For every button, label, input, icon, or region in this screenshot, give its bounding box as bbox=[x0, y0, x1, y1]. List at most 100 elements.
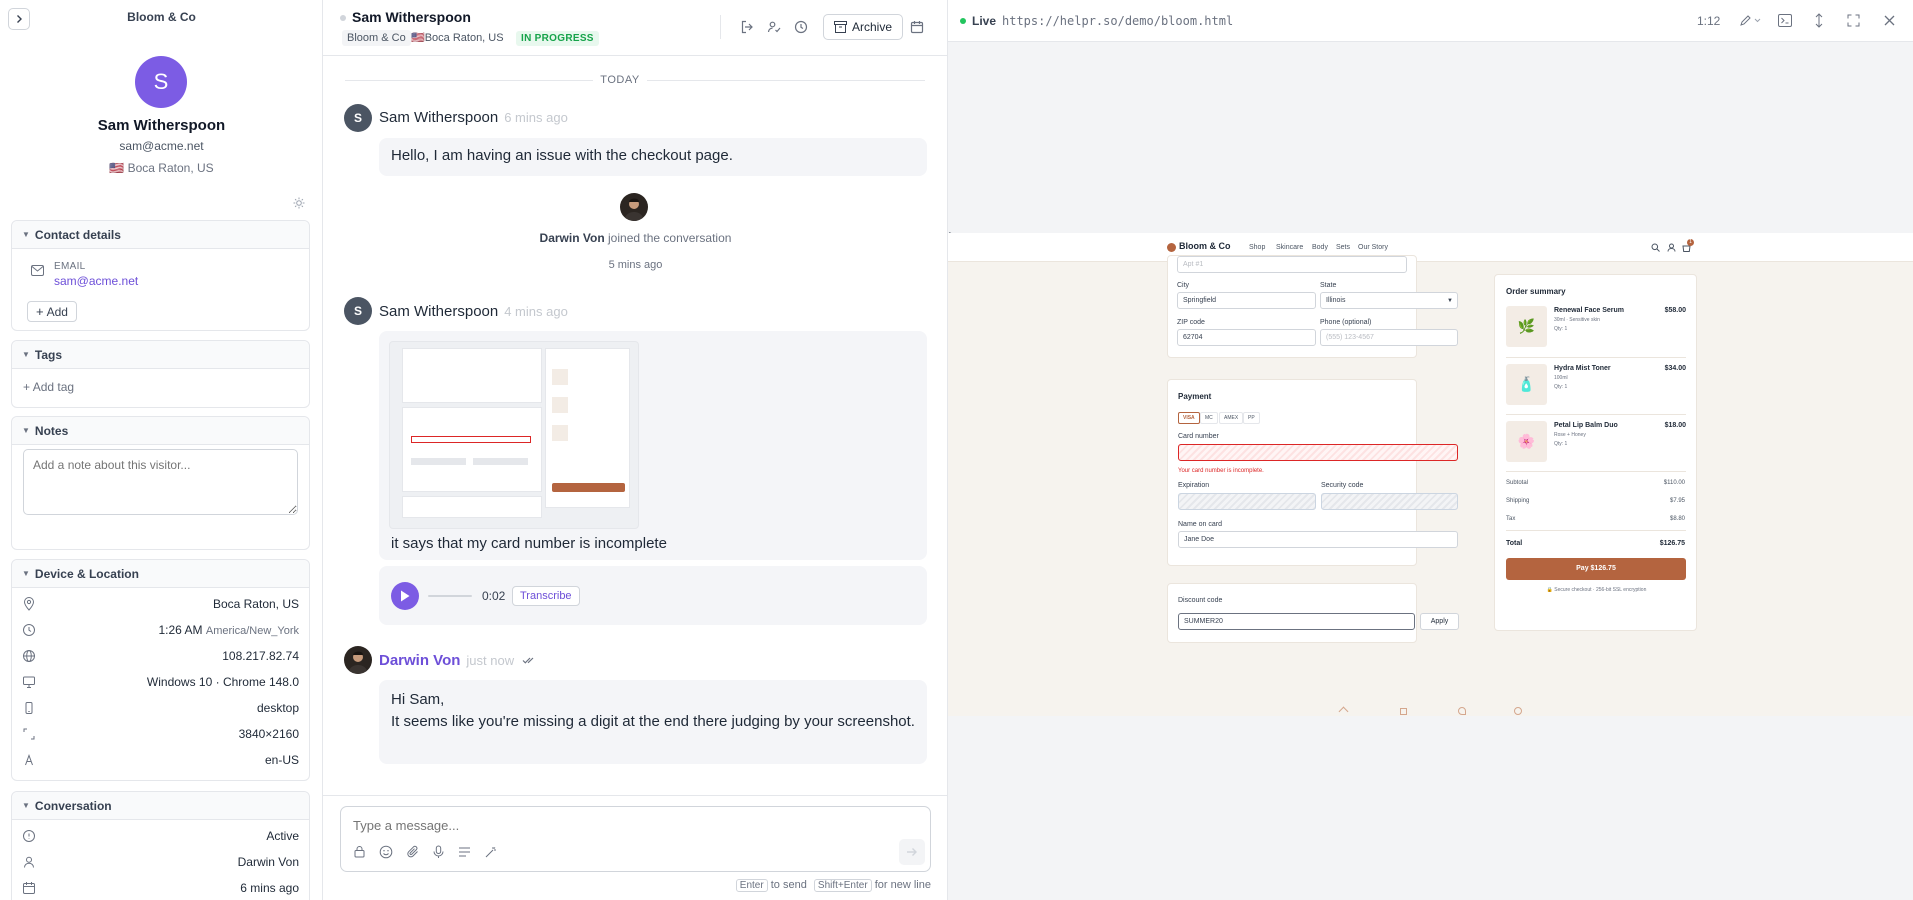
item-qty: Qty: 1 bbox=[1554, 441, 1568, 447]
zip-input[interactable]: 62704 bbox=[1177, 329, 1316, 346]
console-icon[interactable] bbox=[1778, 14, 1792, 27]
phone-input[interactable]: (555) 123-4567 bbox=[1320, 329, 1458, 346]
device-row-resolution: 3840×2160 bbox=[22, 721, 299, 747]
item-price: $34.00 bbox=[1664, 365, 1686, 372]
microphone-icon[interactable] bbox=[432, 845, 445, 859]
play-button[interactable] bbox=[391, 582, 419, 610]
send-icon bbox=[907, 848, 917, 856]
summary-divider bbox=[1506, 471, 1686, 472]
item-desc: 100ml bbox=[1554, 375, 1568, 381]
exit-icon[interactable] bbox=[740, 20, 754, 34]
add-tag-button[interactable]: + Add tag bbox=[23, 380, 74, 394]
email-link[interactable]: sam@acme.net bbox=[54, 274, 138, 288]
shop-nav-skincare[interactable]: Skincare bbox=[1276, 244, 1303, 251]
thumb-item bbox=[552, 369, 568, 385]
card-number-field[interactable] bbox=[1178, 444, 1458, 461]
item-desc: 30ml · Sensitive skin bbox=[1554, 317, 1600, 323]
device-location-header[interactable]: ▼ Device & Location bbox=[12, 560, 309, 588]
apply-button[interactable]: Apply bbox=[1420, 613, 1459, 630]
security-code-label: Security code bbox=[1321, 482, 1364, 489]
secure-note: 🔒 Secure checkout · 256-bit SSL encrypti… bbox=[1495, 587, 1698, 593]
phone-placeholder: (555) 123-4567 bbox=[1326, 334, 1374, 341]
message-text: it says that my card number is incomplet… bbox=[391, 535, 667, 552]
shop-nav-shop[interactable]: Shop bbox=[1249, 244, 1265, 251]
close-icon[interactable] bbox=[1884, 15, 1895, 26]
archive-button[interactable]: Archive bbox=[823, 14, 904, 40]
shop-nav-sets[interactable]: Sets bbox=[1336, 244, 1350, 251]
card-type-amex[interactable]: AMEX bbox=[1219, 412, 1244, 424]
vertical-resize-icon[interactable] bbox=[1814, 13, 1824, 28]
globe-icon bbox=[23, 650, 35, 662]
snooze-clock-icon[interactable] bbox=[794, 20, 808, 34]
shipping-card: Apt #1 City Springfield State Illinois ▼ … bbox=[1167, 255, 1458, 358]
calendar-icon[interactable] bbox=[910, 20, 924, 34]
avatar: S bbox=[344, 104, 372, 132]
send-button[interactable] bbox=[899, 839, 925, 865]
name-on-card-input[interactable]: Jane Doe bbox=[1178, 531, 1458, 548]
shop-nav-body[interactable]: Body bbox=[1312, 244, 1328, 251]
emoji-icon[interactable] bbox=[379, 845, 393, 859]
chevron-down-icon: ▼ bbox=[1447, 297, 1453, 304]
message-input[interactable] bbox=[353, 815, 873, 835]
magic-wand-icon[interactable] bbox=[484, 845, 498, 859]
shipping-value: $7.95 bbox=[1669, 498, 1685, 504]
canned-text-icon[interactable] bbox=[458, 846, 471, 858]
notes-header[interactable]: ▼ Notes bbox=[12, 417, 309, 445]
security-code-field[interactable] bbox=[1321, 493, 1458, 510]
shop-logo-icon bbox=[1167, 243, 1176, 252]
device-row-type: desktop bbox=[22, 695, 299, 721]
transcribe-button[interactable]: Transcribe bbox=[512, 586, 580, 606]
add-contact-button[interactable]: + Add bbox=[27, 301, 77, 322]
thumb-payment-card bbox=[402, 407, 542, 492]
shop-search-icon[interactable] bbox=[1651, 243, 1660, 252]
name-on-card-value: Jane Doe bbox=[1184, 536, 1214, 543]
shop-nav-our-story[interactable]: Our Story bbox=[1358, 244, 1388, 251]
preview-toolbar: Live https://helpr.so/demo/bloom.html 1:… bbox=[948, 0, 1913, 42]
assign-user-icon[interactable] bbox=[767, 20, 781, 34]
location-text: Boca Raton, US bbox=[127, 161, 214, 175]
thumb-item bbox=[552, 425, 568, 441]
item-name: Hydra Mist Toner bbox=[1554, 365, 1611, 372]
visitor-email: sam@acme.net bbox=[119, 139, 204, 153]
conversation-header[interactable]: ▼ Conversation bbox=[12, 792, 309, 820]
conversation-section: ▼ Conversation Active Darwin Von 6 mins a… bbox=[11, 791, 310, 900]
zip-label: ZIP code bbox=[1177, 319, 1205, 326]
lock-icon[interactable] bbox=[353, 845, 366, 858]
contact-details-header[interactable]: ▼ Contact details bbox=[12, 221, 309, 249]
screenshot-attachment[interactable] bbox=[389, 341, 639, 529]
caret-down-icon: ▼ bbox=[22, 350, 30, 359]
note-textarea[interactable] bbox=[23, 449, 298, 515]
live-preview-panel: Live https://helpr.so/demo/bloom.html 1:… bbox=[948, 0, 1913, 900]
item-desc: Rose + Honey bbox=[1554, 432, 1586, 438]
device-row-browser: Windows 10 · Chrome 148.0 bbox=[22, 669, 299, 695]
live-label: Live bbox=[972, 14, 997, 28]
pen-icon[interactable] bbox=[1739, 14, 1761, 27]
card-type-pp[interactable]: PP bbox=[1243, 412, 1260, 424]
city-input[interactable]: Springfield bbox=[1177, 292, 1316, 309]
paperclip-icon[interactable] bbox=[406, 845, 420, 859]
audio-duration: 0:02 bbox=[482, 589, 506, 603]
expiration-field[interactable] bbox=[1178, 493, 1316, 510]
audio-progress-track[interactable] bbox=[428, 595, 472, 597]
discount-input[interactable]: SUMMER20 bbox=[1178, 613, 1415, 630]
state-select[interactable]: Illinois ▼ bbox=[1320, 292, 1458, 309]
ip-address: 108.217.82.74 bbox=[222, 649, 299, 663]
card-type-visa[interactable]: VISA bbox=[1178, 412, 1200, 424]
sun-icon[interactable] bbox=[293, 197, 305, 209]
browser-value: Windows 10 · Chrome 148.0 bbox=[146, 675, 299, 689]
card-type-mc[interactable]: MC bbox=[1200, 412, 1218, 424]
play-icon bbox=[401, 590, 410, 602]
pay-button[interactable]: Pay $126.75 bbox=[1506, 558, 1686, 580]
audio-message: 0:02 Transcribe bbox=[379, 566, 927, 625]
message-bubble: Hello, I am having an issue with the che… bbox=[379, 138, 927, 176]
order-summary-card: Order summary 🌿 Renewal Face Serum 30ml … bbox=[1494, 274, 1697, 631]
footer-icon bbox=[1338, 706, 1349, 716]
shop-account-icon[interactable] bbox=[1667, 243, 1676, 252]
brand-chip: Bloom & Co bbox=[342, 30, 411, 46]
tags-header[interactable]: ▼ Tags bbox=[12, 341, 309, 369]
message-text: Hi Sam, bbox=[391, 691, 445, 708]
fullscreen-icon[interactable] bbox=[1847, 14, 1860, 27]
summary-title: Order summary bbox=[1506, 287, 1566, 296]
add-label: Add bbox=[46, 304, 68, 319]
apt-input[interactable]: Apt #1 bbox=[1177, 256, 1407, 273]
